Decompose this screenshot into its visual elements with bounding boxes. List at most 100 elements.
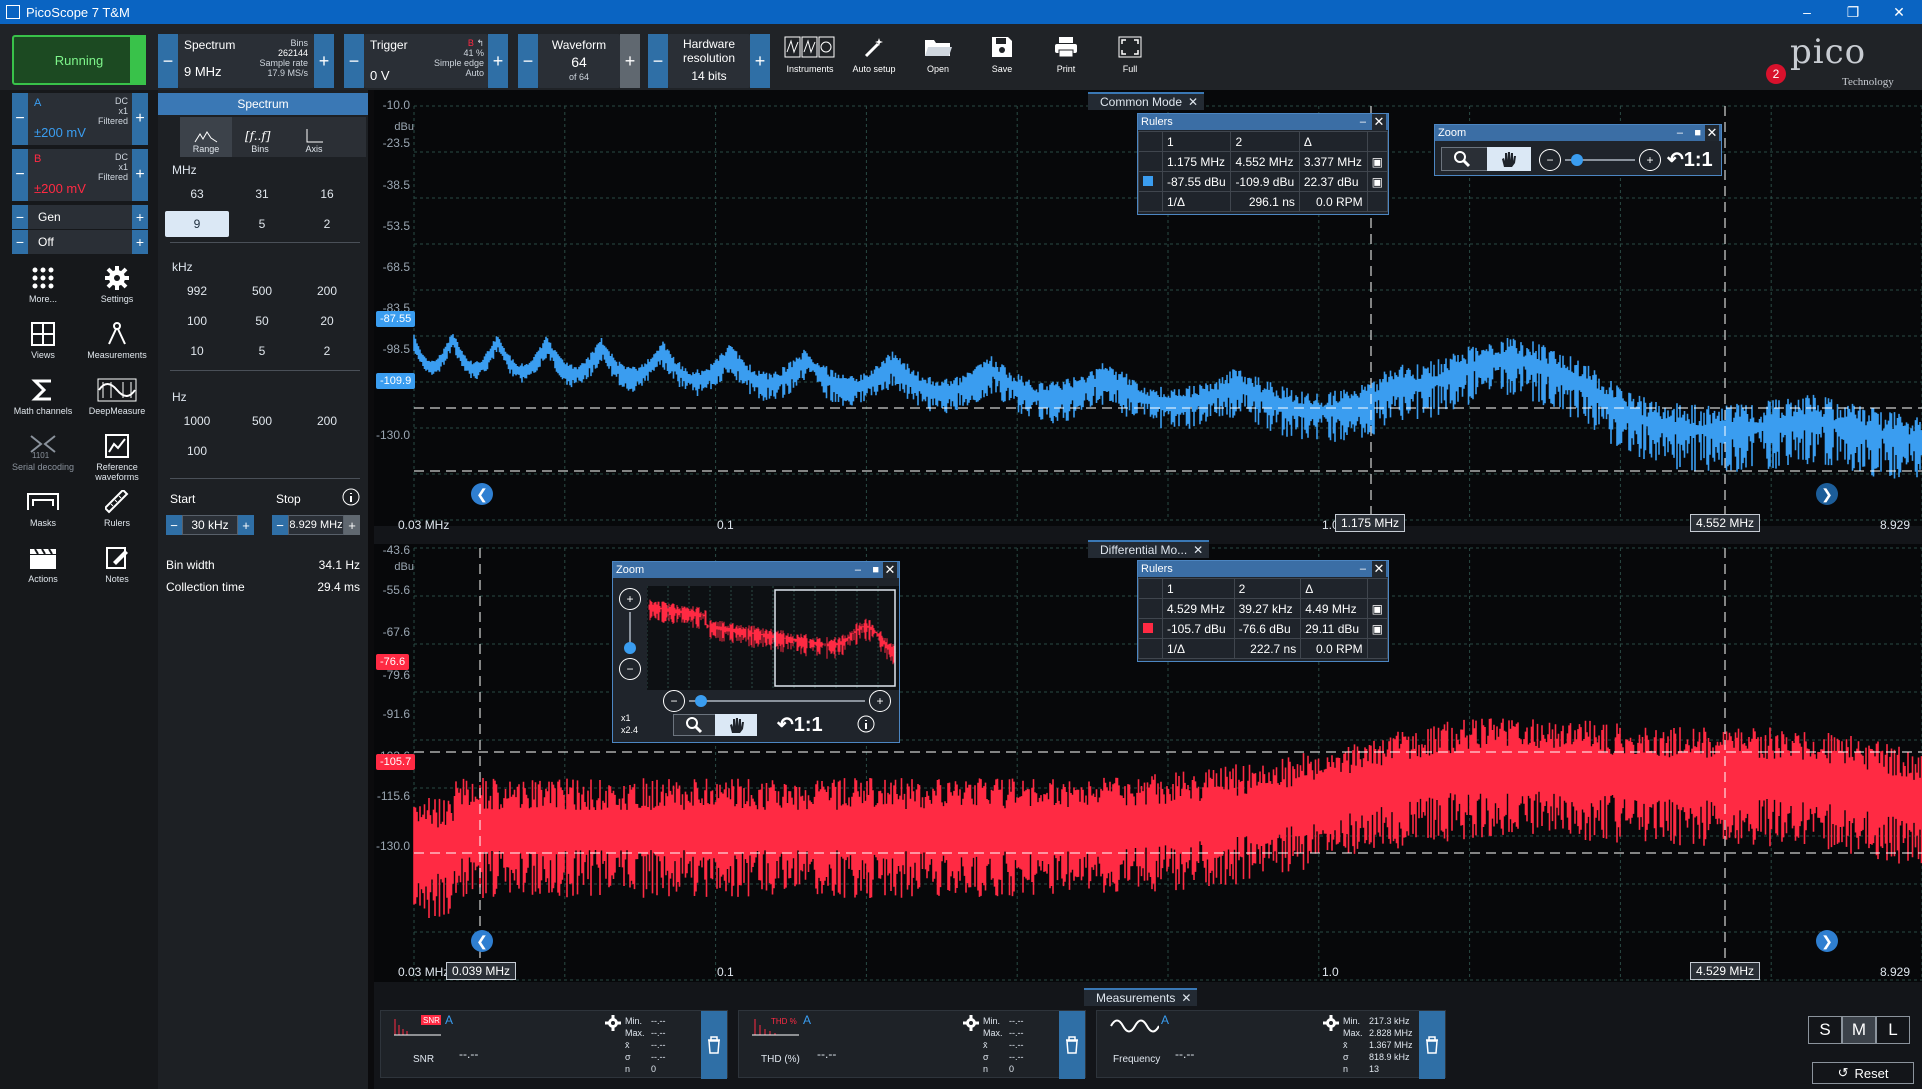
zoom-slider-thumb[interactable] <box>1571 154 1583 166</box>
reference-waveforms-button[interactable]: Reference waveforms <box>82 434 152 488</box>
delete-measurement-button[interactable] <box>1419 1011 1445 1079</box>
span-option[interactable]: 500 <box>231 280 293 302</box>
x-ruler-marker-2[interactable]: 4.529 MHz <box>1690 962 1761 980</box>
span-option[interactable]: 16 <box>296 183 358 205</box>
vertical-zoom-in-button[interactable]: + <box>619 588 641 610</box>
span-option[interactable]: 31 <box>231 183 293 205</box>
size-small-button[interactable]: S <box>1808 1016 1842 1044</box>
serial-decoding-button[interactable]: 1101 Serial decoding <box>8 434 78 488</box>
span-option[interactable]: 992 <box>166 280 228 302</box>
span-option[interactable]: 200 <box>296 280 358 302</box>
waveform-plus-button[interactable]: + <box>620 34 640 88</box>
span-option[interactable]: 5 <box>231 213 293 235</box>
close-icon[interactable]: ✕ <box>1372 561 1386 577</box>
rulers-button[interactable]: Rulers <box>82 490 152 544</box>
zoom-reset-button[interactable]: ↶1:1 <box>1667 147 1713 172</box>
close-icon[interactable]: ✕ <box>1372 114 1386 130</box>
gen-minus[interactable]: − <box>12 205 28 229</box>
delete-measurement-button[interactable] <box>701 1011 727 1079</box>
scroll-left-button[interactable]: ❮ <box>471 930 493 952</box>
zoom-out-button[interactable]: − <box>1539 149 1561 171</box>
zoom-in-button[interactable]: + <box>1639 149 1661 171</box>
x-ruler-marker-1[interactable]: 1.175 MHz <box>1335 514 1406 532</box>
span-option[interactable]: 2 <box>296 340 358 362</box>
horizontal-zoom-thumb[interactable] <box>695 695 707 707</box>
stop-frequency-field[interactable]: 8.929 MHz <box>288 515 344 535</box>
channel-a-plus[interactable]: + <box>132 93 148 145</box>
close-icon[interactable]: ✕ <box>1193 543 1203 557</box>
trigger-minus-button[interactable]: − <box>344 34 364 88</box>
x-ruler-marker-2[interactable]: 4.552 MHz <box>1690 514 1761 532</box>
measurement-card-snr[interactable]: SNR A SNR --.-- Min. Max. x̄ σ n --.-- --.-- -… <box>380 1010 728 1079</box>
tab-range[interactable]: Range <box>180 117 232 157</box>
minimize-icon[interactable]: – <box>1677 127 1683 139</box>
size-large-button[interactable]: L <box>1876 1016 1910 1044</box>
run-stop-button[interactable]: Running <box>12 35 146 85</box>
zoom-window[interactable]: Zoom – ■ ✕ − + ↶1:1 <box>1434 124 1722 176</box>
autosetup-button[interactable]: Auto setup <box>846 34 902 88</box>
spectrum-plus-button[interactable]: + <box>314 34 334 88</box>
tab-differential-mode[interactable]: Differential Mo... ✕ <box>1088 540 1210 558</box>
measurement-card-frequency[interactable]: A Frequency --.-- Min. Max. x̄ σ n 217.3 kHz… <box>1096 1010 1446 1079</box>
open-button[interactable]: Open <box>910 34 966 88</box>
trigger-plus-button[interactable]: + <box>488 34 508 88</box>
ruler-marker-1[interactable]: -76.6 <box>376 654 410 670</box>
minimize-icon[interactable]: – <box>1360 563 1366 575</box>
zoom-reset-button[interactable]: ↶1:1 <box>777 712 823 737</box>
close-window-button[interactable]: ✕ <box>1876 0 1922 24</box>
spectrum-block[interactable]: Spectrum 9 MHz Bins 262144 Sample rate 1… <box>178 34 314 88</box>
rulers-window[interactable]: Rulers – ✕ 12Δ 4.529 MHz 39.27 kHz 4.49 MHz ▣… <box>1137 560 1389 662</box>
span-option[interactable]: 10 <box>166 340 228 362</box>
minimize-button[interactable]: – <box>1784 0 1830 24</box>
ruler-marker-1[interactable]: -87.55 <box>376 311 416 327</box>
tab-common-mode[interactable]: Common Mode ✕ <box>1088 92 1205 110</box>
span-option[interactable]: 500 <box>231 410 293 432</box>
vertical-zoom-thumb[interactable] <box>624 642 636 654</box>
restore-button[interactable]: ❐ <box>1830 0 1876 24</box>
zoom-overview-plot[interactable] <box>647 586 899 694</box>
delete-measurement-button[interactable] <box>1059 1011 1085 1079</box>
notes-button[interactable]: Notes <box>82 546 152 600</box>
tab-axis[interactable]: Axis <box>288 117 340 157</box>
spectrum-plots[interactable] <box>374 90 1922 982</box>
deepmeasure-button[interactable]: DeepMeasure <box>82 378 152 432</box>
measurement-card-thd[interactable]: THD % A THD (%) --.-- Min. Max. x̄ σ n --.--… <box>738 1010 1086 1079</box>
scroll-left-button[interactable]: ❮ <box>471 483 493 505</box>
actions-button[interactable]: Actions <box>8 546 78 600</box>
stop-plus[interactable]: + <box>344 515 360 535</box>
maximize-icon[interactable]: ■ <box>872 564 879 576</box>
notification-badge[interactable]: 2 <box>1766 64 1786 84</box>
waveform-minus-button[interactable]: − <box>518 34 538 88</box>
gen-state-minus[interactable]: − <box>12 230 28 254</box>
gen-plus[interactable]: + <box>132 205 148 229</box>
gen-state-plus[interactable]: + <box>132 230 148 254</box>
tab-bins[interactable]: [f..f] Bins <box>234 117 286 157</box>
views-button[interactable]: Views <box>8 322 78 376</box>
channel-b-minus[interactable]: − <box>12 149 28 201</box>
close-icon[interactable]: ✕ <box>883 562 897 578</box>
x-ruler-marker-1[interactable]: 0.039 MHz <box>446 962 517 980</box>
scroll-right-button[interactable]: ❯ <box>1816 930 1838 952</box>
ruler-marker-2[interactable]: -105.7 <box>376 754 416 770</box>
span-option[interactable]: 5 <box>231 340 293 362</box>
fullscreen-button[interactable]: Full <box>1102 34 1158 88</box>
instruments-button[interactable]: Instruments <box>782 34 838 88</box>
channel-b-button[interactable]: − B ±200 mV DC x1 Filtered + <box>12 149 148 201</box>
tab-measurements[interactable]: Measurements ✕ <box>1084 988 1198 1006</box>
gear-icon[interactable] <box>605 1015 621 1031</box>
resolution-plus-button[interactable]: + <box>750 34 770 88</box>
zoom-overview-window[interactable]: Zoom – ■ ✕ + − − + x1 x2.4 ↶1:1 <box>612 561 900 743</box>
stop-minus[interactable]: − <box>272 515 288 535</box>
lock-icon[interactable]: ▣ <box>1366 618 1389 639</box>
close-icon[interactable]: ✕ <box>1188 95 1198 109</box>
channel-b-plus[interactable]: + <box>132 149 148 201</box>
channel-a-button[interactable]: − A ±200 mV DC x1 Filtered + <box>12 93 148 145</box>
math-channels-button[interactable]: Math channels <box>8 378 78 432</box>
maximize-icon[interactable]: ■ <box>1694 127 1701 139</box>
masks-button[interactable]: Masks <box>8 490 78 544</box>
save-button[interactable]: Save <box>974 34 1030 88</box>
horizontal-zoom-track[interactable] <box>689 700 865 702</box>
channel-a-minus[interactable]: − <box>12 93 28 145</box>
close-icon[interactable]: ✕ <box>1181 991 1191 1005</box>
rulers-window[interactable]: Rulers – ✕ 12Δ 1.175 MHz 4.552 MHz 3.377 MHz… <box>1137 113 1389 215</box>
